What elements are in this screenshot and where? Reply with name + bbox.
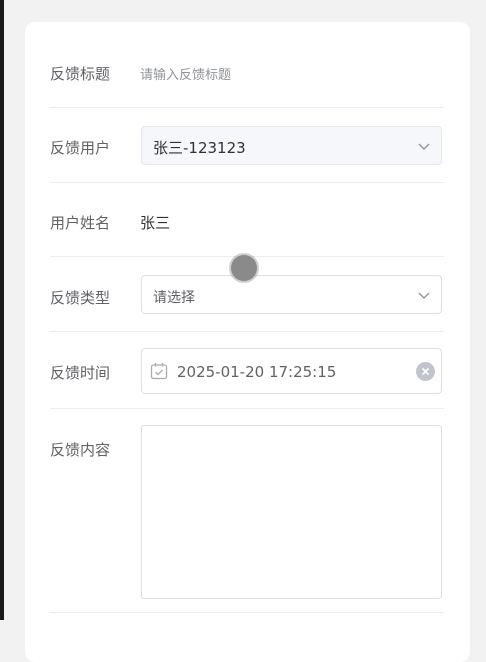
calendar-icon — [150, 363, 168, 380]
feedback-type-label: 反馈类型 — [50, 289, 111, 307]
form-row-title: 反馈标题 请输入反馈标题 — [50, 40, 444, 108]
feedback-title-label: 反馈标题 — [50, 65, 111, 83]
chevron-down-icon — [418, 143, 430, 150]
feedback-type-select[interactable]: 请选择 — [141, 275, 442, 314]
chevron-down-icon — [418, 292, 430, 299]
touch-cursor-indicator — [231, 255, 257, 281]
feedback-user-value: 张三-123123 — [153, 139, 246, 157]
user-name-value: 张三 — [140, 214, 171, 232]
user-name-label: 用户姓名 — [50, 214, 111, 232]
feedback-title-input[interactable]: 请输入反馈标题 — [140, 64, 231, 83]
form-row-name: 用户姓名 张三 — [50, 182, 444, 257]
feedback-time-picker[interactable]: 2025-01-20 17:25:15 — [141, 348, 442, 394]
feedback-content-textarea[interactable] — [141, 425, 442, 599]
feedback-time-label: 反馈时间 — [50, 364, 111, 382]
feedback-time-value: 2025-01-20 17:25:15 — [177, 363, 337, 381]
feedback-user-select[interactable]: 张三-123123 — [141, 126, 442, 165]
feedback-content-label: 反馈内容 — [50, 441, 111, 459]
feedback-type-placeholder: 请选择 — [153, 290, 195, 306]
clear-circle-icon[interactable] — [416, 362, 435, 381]
window-edge — [0, 0, 4, 620]
feedback-user-label: 反馈用户 — [50, 139, 111, 157]
